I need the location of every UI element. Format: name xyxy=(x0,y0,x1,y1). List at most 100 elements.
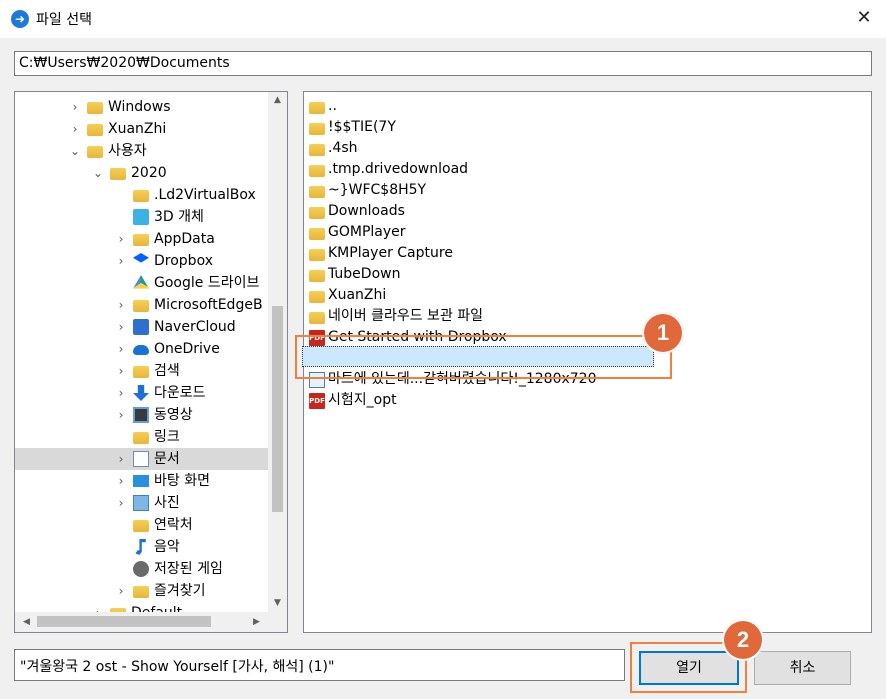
scroll-left-icon[interactable]: ◀ xyxy=(17,614,36,631)
tree-item[interactable]: › MicrosoftEdgeB xyxy=(15,294,268,316)
chevron-right-icon[interactable]: › xyxy=(114,296,128,314)
file-item-label: TubeDown xyxy=(328,266,401,282)
file-item[interactable]: .4sh xyxy=(306,138,866,159)
chevron-right-icon[interactable]: › xyxy=(91,604,105,612)
folder-icon xyxy=(110,168,126,180)
address-field[interactable]: C:₩Users₩2020₩Documents xyxy=(14,51,872,76)
chevron-right-icon[interactable]: › xyxy=(114,340,128,358)
tree-item-label: Default xyxy=(131,604,182,612)
chevron-right-icon[interactable]: › xyxy=(114,384,128,402)
file-item[interactable]: TubeDown xyxy=(306,264,866,285)
chevron-right-icon[interactable]: › xyxy=(68,98,82,116)
file-item[interactable]: ~}WFC$8H5Y xyxy=(306,180,866,201)
filename-input[interactable]: "겨울왕국 2 ost - Show Yourself [가사, 해석] (1)… xyxy=(14,649,625,681)
tree-item[interactable]: › 다운로드 xyxy=(15,382,268,404)
search-folder-icon xyxy=(133,366,149,378)
file-item[interactable]: PDF 시험지_opt xyxy=(306,390,866,411)
chevron-right-icon[interactable]: › xyxy=(114,450,128,468)
tree-item[interactable]: › Default xyxy=(15,602,268,612)
tree-item[interactable]: Google 드라이브 xyxy=(15,272,268,294)
tree-item[interactable]: 연락처 xyxy=(15,514,268,536)
open-button[interactable]: 열기 xyxy=(639,651,739,685)
close-icon[interactable]: ✕ xyxy=(852,6,876,30)
link-folder-icon xyxy=(133,432,149,444)
tree-item-label: 동영상 xyxy=(154,407,193,423)
file-item-label: Get Started with Dropbox xyxy=(328,329,507,345)
folder-icon xyxy=(133,234,149,246)
tree-item[interactable]: › 문서 xyxy=(15,448,268,470)
tree-item-label: 검색 xyxy=(154,363,180,379)
folder-icon xyxy=(87,146,103,158)
file-item[interactable]: KMPlayer Capture xyxy=(306,243,866,264)
tree-item[interactable]: › Dropbox xyxy=(15,250,268,272)
selected-file-highlight xyxy=(302,346,654,367)
chevron-right-icon[interactable]: › xyxy=(114,472,128,490)
folder-icon xyxy=(309,186,325,198)
tree-item[interactable]: 링크 xyxy=(15,426,268,448)
tree-item-label: NaverCloud xyxy=(154,319,236,335)
cube-icon xyxy=(133,209,149,225)
folder-icon xyxy=(309,270,325,282)
dropbox-icon xyxy=(133,253,149,263)
chevron-right-icon[interactable]: › xyxy=(114,494,128,512)
scroll-up-icon[interactable]: ▲ xyxy=(268,92,287,109)
contacts-icon xyxy=(133,520,149,532)
tree-vertical-scrollbar[interactable]: ▲ ▼ xyxy=(268,92,287,612)
chevron-right-icon[interactable]: › xyxy=(114,318,128,336)
folder-icon xyxy=(133,190,149,202)
file-item[interactable]: Downloads xyxy=(306,201,866,222)
tree-item[interactable]: › NaverCloud xyxy=(15,316,268,338)
google-drive-icon xyxy=(133,275,149,289)
tree-item-label: 사용자 xyxy=(108,143,147,159)
tree-item[interactable]: 저장된 게임 xyxy=(15,558,268,580)
tree-item-label: 연락처 xyxy=(154,517,193,533)
file-item[interactable]: .. xyxy=(306,96,866,117)
tree-item[interactable]: › 사진 xyxy=(15,492,268,514)
tree-horizontal-scrollbar[interactable]: ◀ ▶ xyxy=(15,612,268,632)
file-item[interactable]: XuanZhi xyxy=(306,285,866,306)
tree-item[interactable]: .Ld2VirtualBox xyxy=(15,184,268,206)
tree-item[interactable]: › 검색 xyxy=(15,360,268,382)
tree-item[interactable]: › Windows xyxy=(15,96,268,118)
desktop-icon xyxy=(133,475,149,487)
scroll-right-icon[interactable]: ▶ xyxy=(247,614,266,631)
tree-item[interactable]: › XuanZhi xyxy=(15,118,268,140)
tree-item[interactable]: 음악 xyxy=(15,536,268,558)
chevron-right-icon[interactable]: › xyxy=(114,252,128,270)
file-item-label: .4sh xyxy=(328,140,358,156)
chevron-down-icon[interactable]: ⌄ xyxy=(68,142,82,160)
tree-item[interactable]: ⌄ 사용자 xyxy=(15,140,268,162)
file-item[interactable]: !$$TIE(7Y xyxy=(306,117,866,138)
folder-icon xyxy=(133,300,149,312)
tree-item[interactable]: › AppData xyxy=(15,228,268,250)
file-item-label: 시험지_opt xyxy=(328,392,397,408)
tree-item[interactable]: ⌄ 2020 xyxy=(15,162,268,184)
file-item[interactable]: 마트에 있는데...갇혀버렸습니다!_1280x720 xyxy=(306,369,866,390)
tree-item[interactable]: › 즐겨찾기 xyxy=(15,580,268,602)
file-item[interactable]: PDF Get Started with Dropbox xyxy=(306,327,866,348)
chevron-right-icon[interactable]: › xyxy=(114,362,128,380)
file-item[interactable]: .tmp.drivedownload xyxy=(306,159,866,180)
scroll-down-icon[interactable]: ▼ xyxy=(268,595,287,612)
folder-tree-list: › Windows › XuanZhi ⌄ 사용자 ⌄ 2020 .Ld2VirtualBox 3… xyxy=(15,92,268,612)
file-item[interactable]: GOMPlayer xyxy=(306,222,866,243)
folder-icon xyxy=(309,165,325,177)
chevron-right-icon[interactable]: › xyxy=(68,120,82,138)
annotation-badge-2: 2 xyxy=(722,619,764,661)
chevron-right-icon[interactable]: › xyxy=(114,230,128,248)
chevron-down-icon[interactable]: ⌄ xyxy=(91,164,105,182)
tree-item-label: Windows xyxy=(108,99,171,115)
tree-item[interactable]: › OneDrive xyxy=(15,338,268,360)
folder-tree[interactable]: › Windows › XuanZhi ⌄ 사용자 ⌄ 2020 .Ld2VirtualBox 3… xyxy=(14,91,288,633)
tree-item-label: 2020 xyxy=(131,165,167,181)
tree-horizontal-scroll-thumb[interactable] xyxy=(37,616,211,627)
tree-vertical-scroll-thumb[interactable] xyxy=(272,306,283,512)
chevron-right-icon[interactable]: › xyxy=(114,582,128,600)
tree-item[interactable]: 3D 개체 xyxy=(15,206,268,228)
tree-item[interactable]: › 바탕 화면 xyxy=(15,470,268,492)
cancel-button[interactable]: 취소 xyxy=(754,651,851,685)
file-item-label: 네이버 클라우드 보관 파일 xyxy=(328,308,484,324)
tree-item[interactable]: › 동영상 xyxy=(15,404,268,426)
chevron-right-icon[interactable]: › xyxy=(114,406,128,424)
file-item[interactable]: 네이버 클라우드 보관 파일 xyxy=(306,306,866,327)
